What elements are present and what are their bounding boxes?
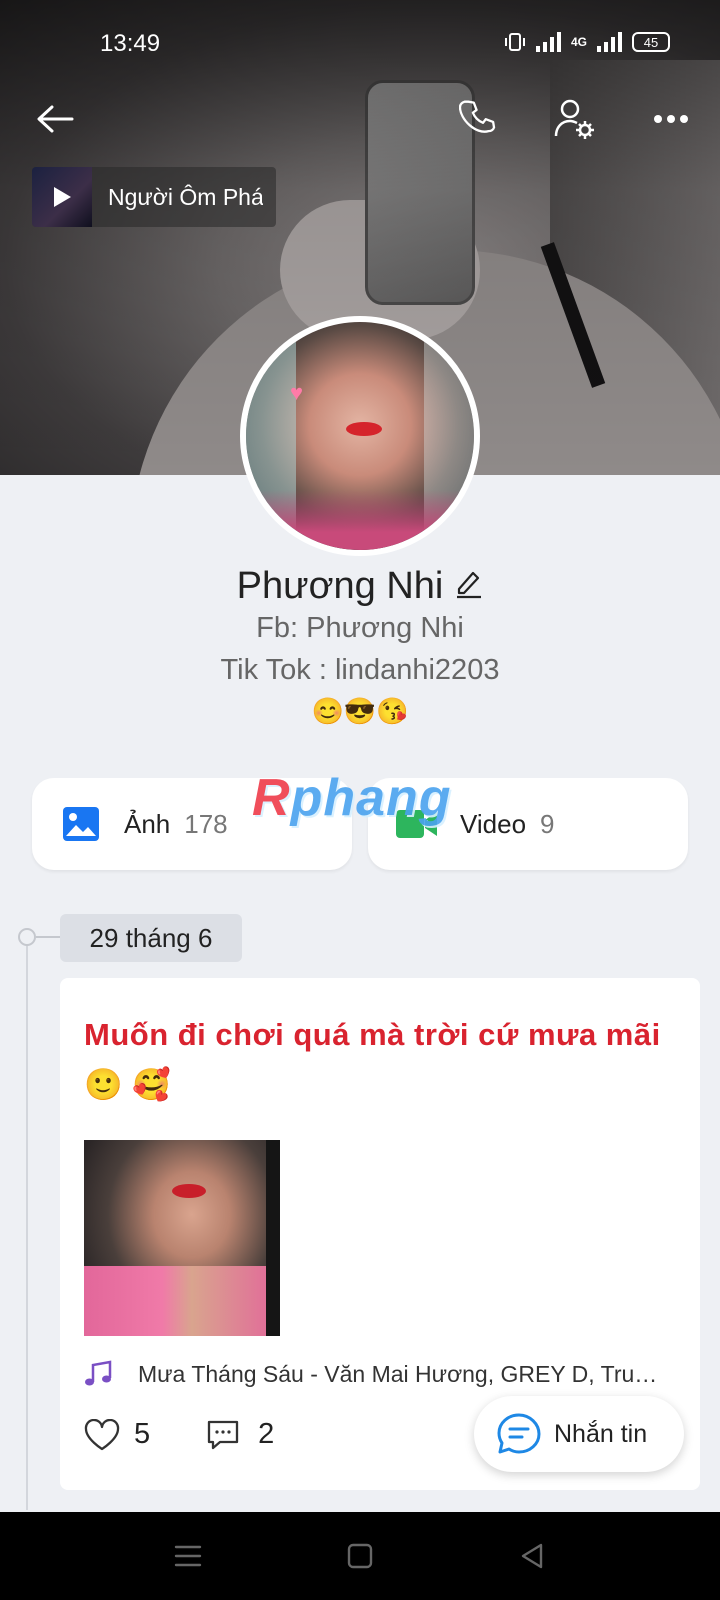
- vibrate-icon: [504, 33, 525, 51]
- bio-line-fb: Fb: Phương Nhi: [256, 612, 464, 644]
- home-button[interactable]: [340, 1536, 380, 1576]
- arrow-left-icon: [37, 105, 74, 133]
- phone-icon: [459, 100, 496, 133]
- post-reactions: 5 2: [84, 1418, 274, 1451]
- image-icon: [63, 807, 99, 841]
- network-type: 4G: [570, 35, 587, 49]
- post-caption: Muốn đi chơi quá mà trời cứ mưa mãi 🙂 🥰: [84, 1017, 661, 1102]
- call-button[interactable]: [452, 92, 506, 146]
- heart-sticker-icon: ♥: [290, 380, 304, 405]
- photos-count: 178: [184, 808, 228, 839]
- triangle-back-icon: [521, 1543, 543, 1569]
- comment-button[interactable]: 2: [206, 1418, 274, 1451]
- profile-music-chip[interactable]: Người Ôm Phá: [32, 167, 276, 227]
- like-button[interactable]: 5: [84, 1418, 150, 1451]
- comment-icon: [207, 1420, 239, 1449]
- post-song[interactable]: Mưa Tháng Sáu - Văn Mai Hương, GREY D, T…: [84, 1360, 674, 1388]
- music-title: Người Ôm Phá: [108, 183, 263, 210]
- avatar-shirt: [246, 490, 474, 550]
- post-photo[interactable]: [84, 1140, 280, 1336]
- user-settings-icon: [554, 99, 594, 139]
- recents-button[interactable]: [168, 1536, 208, 1576]
- system-nav-bar: [0, 1512, 720, 1600]
- avatar[interactable]: ♥: [240, 316, 480, 556]
- status-icons: 4G 45: [504, 32, 670, 52]
- photos-label: Ảnh: [124, 808, 171, 839]
- timeline-line: [26, 930, 28, 1510]
- videos-label: Video: [460, 808, 527, 839]
- pencil-icon: [457, 572, 482, 599]
- watermark-rest: phang: [290, 769, 452, 827]
- music-note-icon: [85, 1360, 112, 1386]
- message-label: Nhắn tin: [554, 1419, 648, 1448]
- heart-icon: [84, 1418, 120, 1450]
- signal-icon: [535, 32, 561, 52]
- avatar-lips: [346, 422, 382, 436]
- profile-settings-button[interactable]: [548, 92, 602, 146]
- chat-bubble-icon: [497, 1413, 541, 1454]
- timeline-connector: [36, 936, 60, 938]
- system-back-button[interactable]: [512, 1536, 552, 1576]
- post-photo-edge: [266, 1140, 280, 1336]
- videos-count: 9: [540, 808, 555, 839]
- post-song-title: Mưa Tháng Sáu - Văn Mai Hương, GREY D, T…: [138, 1360, 668, 1387]
- music-thumbnail: [32, 167, 92, 227]
- square-icon: [347, 1543, 373, 1569]
- back-button[interactable]: [28, 92, 82, 146]
- watermark-r: R: [252, 769, 291, 827]
- message-button[interactable]: Nhắn tin: [474, 1396, 684, 1472]
- profile-name: Phương Nhi: [236, 565, 444, 607]
- watermark-logo: Rphang: [252, 768, 452, 828]
- post-photo-lips: [172, 1184, 206, 1198]
- like-count: 5: [134, 1418, 151, 1450]
- photo-icon-wrap: [60, 803, 102, 845]
- bio-line-tiktok: Tik Tok : lindanhi2203: [220, 654, 500, 686]
- timeline-date: 29 tháng 6: [60, 914, 242, 962]
- battery-icon: 45: [632, 32, 670, 52]
- play-icon: [54, 187, 71, 207]
- more-dots-icon: [654, 115, 688, 123]
- menu-lines-icon: [174, 1545, 202, 1567]
- post-photo-shirt: [84, 1266, 280, 1336]
- edit-name-button[interactable]: [455, 566, 483, 609]
- status-bar: 13:49 4G 45: [0, 0, 720, 70]
- battery-level: 45: [643, 34, 659, 50]
- profile-name-row: Phương Nhi: [0, 565, 720, 609]
- comment-count: 2: [258, 1418, 275, 1450]
- timeline-dot: [18, 928, 36, 946]
- more-button[interactable]: [644, 92, 698, 146]
- status-time: 13:49: [100, 30, 161, 57]
- bio-line-emoji: 😊😎😘: [311, 696, 409, 726]
- signal-icon-2: [597, 32, 622, 52]
